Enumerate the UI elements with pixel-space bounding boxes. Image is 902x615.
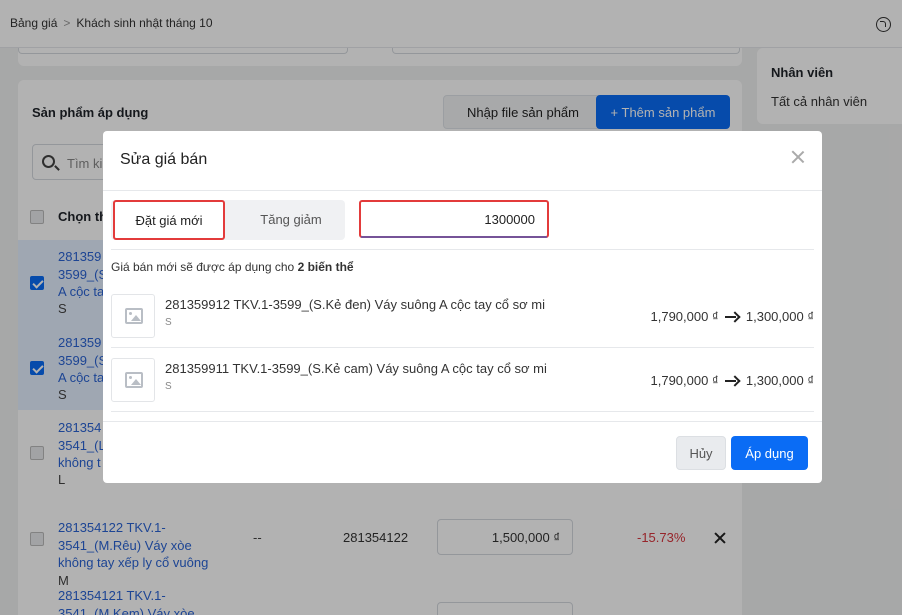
list-item: 281359911 TKV.1-3599_(S.Kẻ cam) Váy suôn…	[111, 348, 814, 411]
tab-set-new-price[interactable]: Đặt giá mới	[113, 200, 225, 240]
variant-name: 281359912 TKV.1-3599_(S.Kẻ đen) Váy suôn…	[165, 297, 545, 312]
variant-size: S	[165, 381, 172, 392]
image-placeholder-icon	[125, 372, 143, 388]
arrow-right-icon	[725, 376, 739, 386]
divider	[111, 249, 814, 250]
new-price: 1,300,000 ₫	[745, 309, 814, 324]
modal-title: Sửa giá bán	[120, 151, 208, 168]
divider	[103, 190, 822, 191]
variant-name: 281359911 TKV.1-3599_(S.Kẻ cam) Váy suôn…	[165, 361, 547, 376]
product-thumbnail	[111, 294, 155, 338]
apply-button[interactable]: Áp dụng	[731, 436, 808, 470]
new-price-input[interactable]: 1300000	[359, 200, 549, 238]
price-change: 1,790,000 ₫ 1,300,000 ₫	[651, 309, 815, 324]
variant-size: S	[165, 317, 172, 328]
list-item: 281359912 TKV.1-3599_(S.Kẻ đen) Váy suôn…	[111, 284, 814, 347]
product-thumbnail	[111, 358, 155, 402]
price-change: 1,790,000 ₫ 1,300,000 ₫	[651, 373, 815, 388]
divider	[103, 421, 822, 422]
price-mode-toggle: Đặt giá mới Tăng giảm	[111, 200, 345, 240]
arrow-right-icon	[725, 312, 739, 322]
divider	[111, 411, 814, 412]
edit-price-modal: Sửa giá bán Đặt giá mới Tăng giảm 130000…	[103, 131, 822, 483]
apply-info: Giá bán mới sẽ được áp dụng cho 2 biến t…	[111, 260, 354, 274]
new-price: 1,300,000 ₫	[745, 373, 814, 388]
old-price: 1,790,000 ₫	[650, 309, 719, 324]
old-price: 1,790,000 ₫	[650, 373, 719, 388]
close-icon[interactable]	[791, 150, 805, 164]
image-placeholder-icon	[125, 308, 143, 324]
apply-info-text: Giá bán mới sẽ được áp dụng cho	[111, 260, 295, 274]
cancel-button[interactable]: Hủy	[676, 436, 726, 470]
variant-count: 2 biến thể	[297, 260, 354, 274]
tab-increase-decrease[interactable]: Tăng giảm	[237, 200, 345, 240]
